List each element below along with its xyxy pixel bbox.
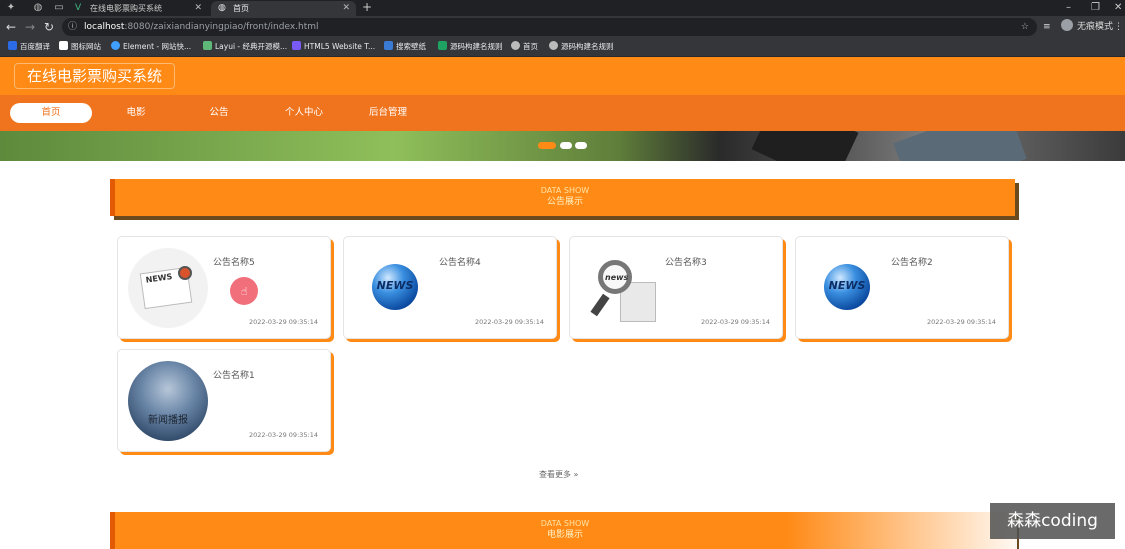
- notice-card[interactable]: NEWS 公告名称5 2022-03-29 09:35:14: [117, 236, 331, 339]
- news-sky-image: 新闻播报: [128, 361, 208, 441]
- notice-card[interactable]: news 公告名称3 2022-03-29 09:35:14: [569, 236, 783, 339]
- profile-label: 无痕模式: [1077, 22, 1114, 32]
- globe-icon: ◍: [218, 3, 226, 13]
- carousel-dot-active[interactable]: [538, 142, 556, 149]
- html5-icon: [292, 41, 301, 50]
- notice-date: 2022-03-29 09:35:14: [700, 318, 770, 326]
- address-bar[interactable]: ⓘ localhost:8080/zaixiandianyingpiao/fro…: [62, 18, 1037, 36]
- notice-card[interactable]: NEWS 公告名称4 2022-03-29 09:35:14: [343, 236, 557, 339]
- bookmarks-bar: 百度翻译 图标网站 Element - 网站快... Layui - 经典开源模…: [0, 38, 1125, 57]
- site-logo[interactable]: 在线电影票购买系统: [14, 63, 176, 89]
- url-path: :8080/zaixiandianyingpiao/front/index.ht…: [124, 22, 319, 32]
- notice-title: 公告名称4: [439, 258, 481, 268]
- bookmark-item[interactable]: HTML5 Website T...: [292, 41, 375, 53]
- section-title: 公告展示: [546, 197, 583, 207]
- reload-icon[interactable]: ↻: [42, 19, 56, 35]
- translate-icon: [8, 41, 17, 50]
- wallpaper-icon: [384, 41, 393, 50]
- globe-tab-icon[interactable]: ◍: [30, 1, 46, 15]
- notice-card[interactable]: NEWS 公告名称2 2022-03-29 09:35:14: [795, 236, 1009, 339]
- window-tab-icon[interactable]: ▭: [51, 1, 67, 15]
- tab-search-icon[interactable]: ✦: [3, 1, 19, 15]
- thumb-caption: 新闻播报: [148, 415, 188, 426]
- main-nav: 首页 电影 公告 个人中心 后台管理: [0, 95, 1125, 131]
- incognito-icon: [1061, 19, 1073, 31]
- notice-date: 2022-03-29 09:35:14: [248, 431, 318, 439]
- carousel-dot[interactable]: [560, 142, 572, 149]
- bookmark-item[interactable]: 源码构建名规则: [549, 41, 614, 53]
- nav-admin[interactable]: 后台管理: [347, 103, 429, 123]
- notice-section-header: DATA SHOW 公告展示: [110, 179, 1015, 216]
- notice-date: 2022-03-29 09:35:14: [474, 318, 544, 326]
- news-globe-icon: NEWS: [354, 248, 434, 328]
- flag-icon: [59, 41, 68, 50]
- bookmark-item[interactable]: 百度翻译: [8, 41, 50, 53]
- tab-home[interactable]: ◍ 首页 ✕: [211, 1, 356, 16]
- nav-notices[interactable]: 公告: [178, 103, 260, 123]
- bookmark-item[interactable]: 源码构建名规则: [438, 41, 503, 53]
- layui-icon: [203, 41, 212, 50]
- browser-tab-strip: ✦ ◍ ▭ V 在线电影票购买系统 ✕ ◍ 首页 ✕ + – ❐ ✕: [0, 0, 1125, 16]
- bookmark-item[interactable]: Layui - 经典开源模...: [203, 41, 287, 53]
- notice-title: 公告名称1: [213, 371, 255, 381]
- menu-icon[interactable]: ⋮: [1114, 19, 1123, 35]
- notice-date: 2022-03-29 09:35:14: [926, 318, 996, 326]
- watermark: 森森coding: [990, 503, 1115, 539]
- carousel-dot[interactable]: [575, 142, 587, 149]
- click-indicator: ☝: [230, 277, 258, 305]
- section-subtitle: DATA SHOW: [540, 186, 590, 195]
- newspaper-icon: NEWS: [128, 248, 208, 328]
- notice-title: 公告名称5: [213, 258, 255, 268]
- bookmark-item[interactable]: Element - 网站快...: [111, 41, 191, 53]
- window-close-icon[interactable]: ✕: [1114, 0, 1122, 15]
- globe-icon: [511, 41, 520, 50]
- nav-profile[interactable]: 个人中心: [263, 103, 345, 123]
- restore-icon[interactable]: ❐: [1091, 0, 1100, 15]
- magnifier-news-icon: news: [580, 248, 660, 328]
- tab-title: 首页: [233, 4, 249, 13]
- forward-icon[interactable]: →: [23, 19, 37, 35]
- notice-title: 公告名称3: [665, 258, 707, 268]
- info-icon[interactable]: ⓘ: [68, 18, 77, 36]
- bookmark-item[interactable]: 首页: [511, 41, 538, 53]
- nav-movies[interactable]: 电影: [95, 103, 177, 123]
- close-icon[interactable]: ✕: [194, 1, 202, 16]
- browser-toolbar: ← → ↻ ⓘ localhost:8080/zaixiandianyingpi…: [0, 16, 1125, 38]
- element-icon: [111, 41, 120, 50]
- tab-title: 在线电影票购买系统: [90, 4, 162, 13]
- bookmark-star-icon[interactable]: ☆: [1021, 18, 1029, 36]
- url-host: localhost: [84, 22, 125, 32]
- vue-icon: V: [75, 3, 82, 13]
- close-icon[interactable]: ✕: [342, 1, 350, 16]
- minimize-icon[interactable]: –: [1066, 0, 1071, 15]
- nav-home[interactable]: 首页: [10, 103, 92, 123]
- notice-card[interactable]: 新闻播报 公告名称1 2022-03-29 09:35:14: [117, 349, 331, 452]
- view-more-link[interactable]: 查看更多 »: [539, 469, 578, 480]
- site-header: 在线电影票购买系统: [0, 57, 1125, 95]
- hand-cursor-icon: ☝: [241, 285, 248, 298]
- notice-date: 2022-03-29 09:35:14: [248, 318, 318, 326]
- news-globe-icon: NEWS: [806, 248, 886, 328]
- bookmark-item[interactable]: 搜索壁纸: [384, 41, 426, 53]
- notice-title: 公告名称2: [891, 258, 933, 268]
- double-chevron-right-icon: »: [573, 470, 579, 479]
- new-tab-icon[interactable]: +: [362, 0, 372, 15]
- bookmark-item[interactable]: 图标网站: [59, 41, 101, 53]
- globe-icon: [549, 41, 558, 50]
- tab-movie-system[interactable]: V 在线电影票购买系统 ✕: [68, 1, 208, 16]
- doc-icon: [438, 41, 447, 50]
- back-icon[interactable]: ←: [4, 19, 18, 35]
- reading-list-icon[interactable]: ≡: [1043, 19, 1051, 35]
- incognito-profile[interactable]: 无痕模式: [1061, 19, 1113, 35]
- video-overlay-fade: [787, 490, 1017, 549]
